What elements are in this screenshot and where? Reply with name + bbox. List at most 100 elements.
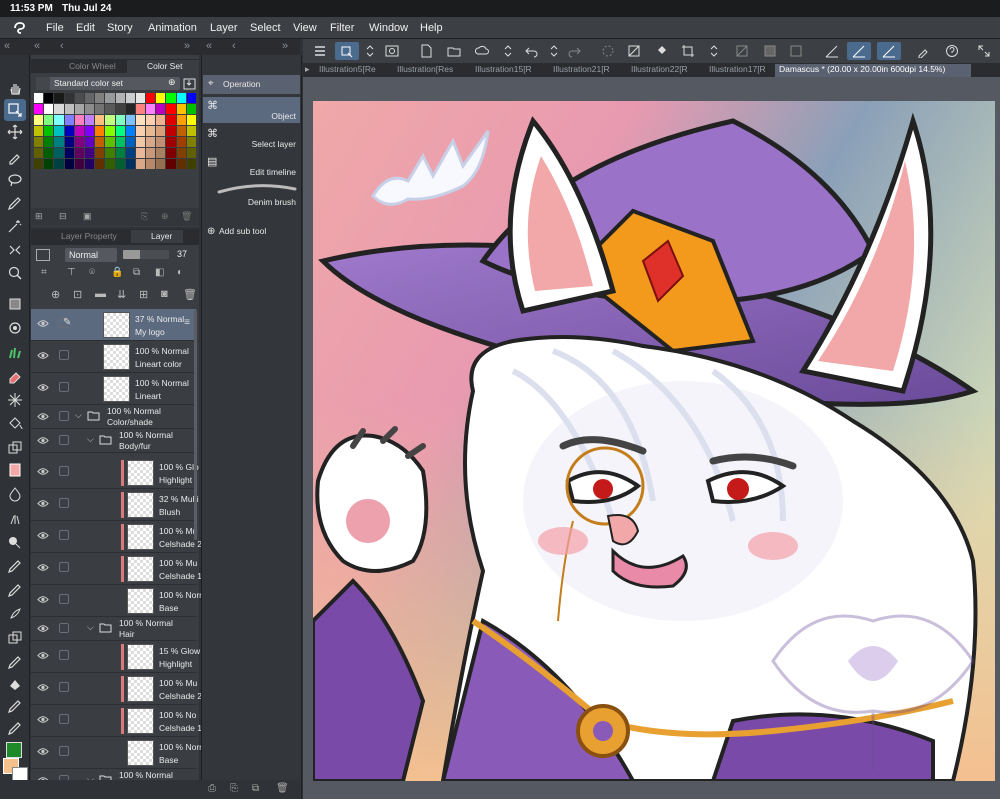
subtool-edit-timeline[interactable]: ▤ Edit timeline — [203, 153, 300, 179]
layer-checkbox[interactable] — [59, 350, 69, 360]
color-swatch[interactable] — [74, 115, 84, 125]
color-swatch[interactable] — [34, 148, 44, 158]
color-swatch[interactable] — [186, 104, 196, 114]
menu-icon[interactable] — [311, 42, 329, 60]
green-swatch-icon[interactable] — [6, 742, 22, 758]
color-swatch[interactable] — [176, 93, 186, 103]
decoration-icon[interactable] — [4, 531, 26, 553]
color-swatch[interactable] — [44, 115, 54, 125]
color-swatch[interactable] — [115, 115, 125, 125]
color-swatch[interactable] — [105, 137, 115, 147]
grass-brush-icon[interactable] — [4, 341, 26, 363]
clip-icon[interactable]: ⧉ — [133, 267, 140, 278]
layer-row[interactable]: 100 % Norm Base — [31, 585, 206, 617]
menu-window[interactable]: Window — [369, 22, 408, 34]
color-swatch[interactable] — [156, 115, 166, 125]
layer-checkbox[interactable] — [59, 382, 69, 392]
eye-icon[interactable] — [37, 467, 49, 476]
color-swatch[interactable] — [135, 126, 146, 136]
color-swatch[interactable] — [95, 126, 105, 136]
color-swatch[interactable] — [115, 159, 125, 169]
menu-select[interactable]: Select — [250, 22, 281, 34]
palette-icon[interactable]: ◐ — [177, 267, 183, 278]
color-swatch[interactable] — [54, 126, 64, 136]
color-swatch[interactable] — [54, 137, 64, 147]
updown-icon-3[interactable] — [545, 42, 563, 60]
menu-animation[interactable]: Animation — [148, 22, 197, 34]
magic-wand-icon[interactable] — [4, 215, 26, 237]
palette-option-icon-1[interactable]: ⊞ — [35, 211, 43, 222]
color-swatch[interactable] — [146, 115, 156, 125]
combine-icon[interactable]: ⊞ — [139, 288, 148, 301]
color-swatch[interactable] — [186, 148, 196, 158]
color-swatch[interactable] — [176, 148, 186, 158]
updown-icon[interactable] — [361, 42, 379, 60]
pen-icon[interactable] — [4, 192, 26, 214]
eye-icon[interactable] — [37, 383, 49, 392]
save-cloud-icon[interactable] — [473, 42, 491, 60]
marker-icon[interactable] — [4, 695, 26, 717]
collapse-right-icon[interactable]: » — [184, 40, 190, 52]
color-swatch[interactable] — [105, 159, 115, 169]
updown-icon-4[interactable] — [705, 42, 723, 60]
eye-icon[interactable] — [37, 595, 49, 604]
color-swatch[interactable] — [176, 115, 186, 125]
blend-icon[interactable] — [4, 317, 26, 339]
color-swatch[interactable] — [95, 148, 105, 158]
color-set-menu-icon[interactable] — [36, 77, 50, 90]
fill-tool-icon[interactable] — [4, 293, 26, 315]
mask-icon[interactable]: ◧ — [155, 267, 164, 278]
doc-tab-illustration[interactable]: Illustration[Res — [393, 64, 467, 77]
color-swatch[interactable] — [54, 148, 64, 158]
color-swatch[interactable] — [34, 159, 44, 169]
dropper-icon[interactable] — [915, 42, 933, 60]
color-swatch[interactable] — [84, 137, 95, 147]
menu-story[interactable]: Story — [107, 22, 133, 34]
opacity-slider[interactable] — [123, 250, 169, 259]
layer-copy-icon[interactable] — [4, 437, 26, 459]
tab-color-wheel[interactable]: Color Wheel — [49, 60, 127, 73]
color-swatch[interactable] — [74, 104, 84, 114]
opacity-value[interactable]: 37 — [177, 249, 187, 259]
subtool-select-layer[interactable]: ⌘ Select layer — [203, 125, 300, 151]
color-swatch[interactable] — [84, 93, 95, 103]
sparkle-icon[interactable] — [4, 389, 26, 411]
layer-folder[interactable]: ⌵ 100 % Normal Body/fur — [31, 429, 196, 453]
app-logo-icon[interactable] — [12, 20, 28, 36]
subtool-delete-icon[interactable]: 🗑 — [276, 783, 289, 794]
color-swatch[interactable] — [74, 159, 84, 169]
snap-grid-icon[interactable] — [877, 42, 901, 60]
color-swatch-grid[interactable] — [34, 93, 196, 169]
new-raster-layer-icon[interactable]: ⊕ — [51, 288, 60, 301]
hide-selection-icon[interactable] — [733, 42, 751, 60]
eye-icon[interactable] — [37, 683, 49, 692]
draft-layer-icon[interactable]: ⌾ — [89, 267, 95, 278]
color-swatch[interactable] — [146, 104, 156, 114]
color-swatch[interactable] — [95, 159, 105, 169]
hand-icon[interactable] — [4, 77, 26, 99]
menu-file[interactable]: File — [46, 22, 64, 34]
color-swatch[interactable] — [95, 137, 105, 147]
palette-option-icon-3[interactable]: ▣ — [83, 211, 92, 222]
color-swatch[interactable] — [95, 93, 105, 103]
color-swatch[interactable] — [105, 115, 115, 125]
eye-icon[interactable] — [37, 412, 49, 421]
layer-row[interactable]: 100 % Norr Base — [31, 737, 202, 769]
eye-icon[interactable] — [37, 651, 49, 660]
help-icon[interactable] — [943, 42, 961, 60]
menu-layer[interactable]: Layer — [210, 22, 238, 34]
color-swatch[interactable] — [176, 104, 186, 114]
color-swatch[interactable] — [74, 93, 84, 103]
eye-icon[interactable] — [37, 351, 49, 360]
color-swatch[interactable] — [146, 159, 156, 169]
move-layer-icon[interactable] — [4, 121, 26, 143]
transfer-down-icon[interactable]: ⇊ — [117, 288, 126, 301]
doc-tab-damascus[interactable]: Damascus * (20.00 x 20.00in 600dpi 14.5%… — [775, 64, 971, 77]
color-swatch[interactable] — [115, 93, 125, 103]
color-swatch[interactable] — [166, 115, 176, 125]
tab-layer-property[interactable]: Layer Property — [41, 230, 131, 243]
layer-checkbox[interactable] — [59, 498, 69, 508]
loading-icon[interactable] — [599, 42, 617, 60]
color-swatch[interactable] — [166, 93, 176, 103]
subtool-duplicate-icon[interactable]: ⧉ — [252, 783, 259, 794]
